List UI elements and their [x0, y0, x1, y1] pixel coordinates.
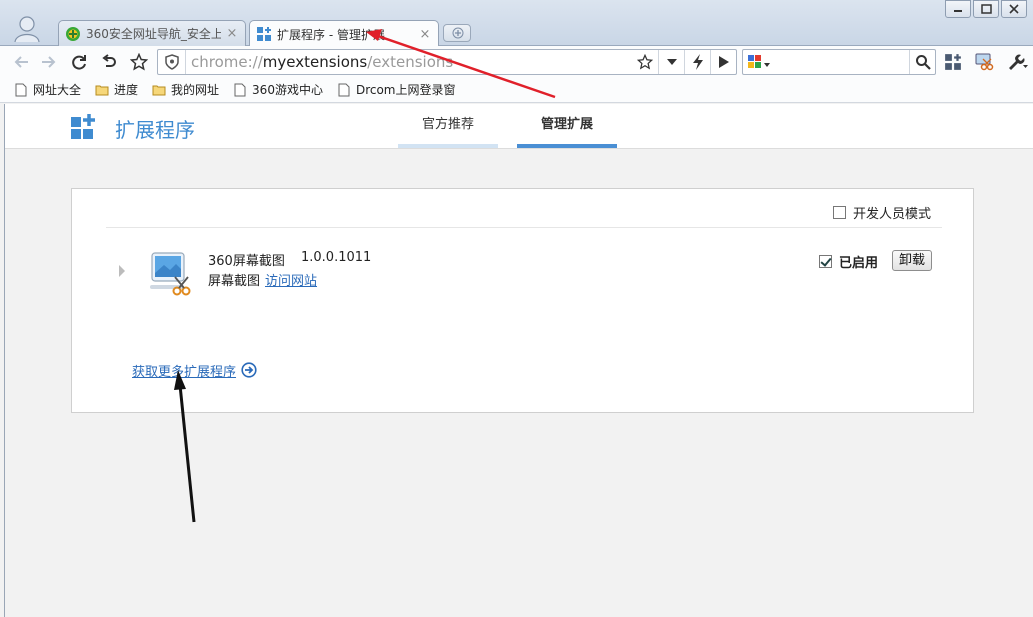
tab-360-nav[interactable]: 360安全网址导航_安全上网 ×	[58, 20, 246, 46]
enabled-checkbox[interactable]	[819, 255, 832, 268]
lightning-icon	[692, 54, 703, 70]
developer-mode-label: 开发人员模式	[852, 207, 931, 222]
undo-button[interactable]	[98, 51, 120, 73]
extensions-icon	[257, 27, 271, 41]
screenshot-button[interactable]	[973, 51, 995, 73]
bookmark-label: Drcom上网登录窗	[355, 83, 456, 97]
bookmark-item[interactable]: 网址大全	[14, 81, 81, 98]
address-bar[interactable]: chrome://myextensions/extensions	[157, 49, 737, 75]
play-icon	[718, 56, 729, 68]
folder-icon	[152, 85, 166, 95]
bookmark-item[interactable]: 360游戏中心	[233, 81, 323, 98]
tab-official-recommend[interactable]: 官方推荐	[398, 104, 498, 148]
search-button[interactable]	[909, 50, 935, 74]
page-header: 扩展程序 官方推荐 管理扩展	[5, 104, 1033, 149]
close-tab-icon[interactable]: ×	[225, 26, 239, 41]
toolbar: chrome://myextensions/extensions	[0, 46, 1033, 77]
screenshot-scissors-icon	[975, 53, 994, 71]
speed-mode-button[interactable]	[684, 50, 710, 74]
page-icon	[338, 83, 350, 96]
url-host: myextensions	[262, 53, 368, 71]
screenshot-extension-icon	[150, 252, 191, 296]
security-shield-button[interactable]	[158, 50, 186, 74]
developer-mode-toggle[interactable]: 开发人员模式	[832, 203, 931, 222]
extensions-logo-icon	[71, 114, 95, 139]
search-icon	[915, 55, 931, 70]
favorite-button[interactable]	[128, 51, 150, 73]
bookmark-label: 我的网址	[171, 83, 220, 97]
bookmark-item[interactable]: 我的网址	[152, 81, 219, 98]
close-tab-icon[interactable]: ×	[418, 27, 432, 42]
shield-icon	[164, 54, 179, 70]
star-outline-icon	[637, 54, 653, 70]
minimize-icon	[954, 10, 962, 12]
tab-title: 扩展程序 - 管理扩展	[277, 27, 385, 42]
url-text[interactable]: chrome://myextensions/extensions	[191, 53, 453, 71]
forward-arrow-icon	[42, 56, 56, 68]
new-tab-button[interactable]	[443, 24, 471, 42]
bookmark-label: 360游戏中心	[252, 83, 323, 97]
extensions-panel: 开发人员模式 360屏幕截图 1.0.0.1011 屏幕截图 访问网站 已启用 …	[71, 188, 974, 413]
close-window-button[interactable]	[1001, 0, 1027, 18]
url-path: /extensions	[367, 53, 454, 71]
wrench-icon	[1009, 54, 1028, 70]
bookmark-item[interactable]: Drcom上网登录窗	[337, 81, 456, 98]
tab-manage-extensions[interactable]: 管理扩展	[517, 104, 617, 148]
folder-icon	[95, 85, 109, 95]
user-avatar-icon[interactable]	[12, 14, 42, 42]
go-button[interactable]	[710, 50, 736, 74]
minimize-button[interactable]	[945, 0, 971, 18]
developer-mode-checkbox[interactable]	[832, 206, 846, 219]
maximize-icon	[981, 4, 992, 14]
enabled-label: 已启用	[839, 256, 879, 271]
tab-title: 360安全网址导航_安全上网	[86, 27, 221, 41]
undo-icon	[102, 54, 116, 67]
close-icon	[1009, 4, 1019, 14]
back-arrow-icon	[14, 56, 28, 68]
forward-button[interactable]	[37, 51, 59, 73]
uninstall-button[interactable]: 卸载	[892, 250, 932, 271]
extension-version: 1.0.0.1011	[301, 250, 372, 265]
search-box[interactable]	[742, 49, 936, 75]
window-border	[4, 104, 5, 617]
expand-arrow-icon[interactable]	[119, 265, 125, 277]
maximize-button[interactable]	[973, 0, 999, 18]
bookmark-star-button[interactable]	[632, 50, 658, 74]
google-icon[interactable]	[747, 54, 773, 70]
get-more-extensions-link[interactable]: 获取更多扩展程序	[132, 361, 236, 380]
page-icon	[234, 83, 246, 96]
tab-extensions[interactable]: 扩展程序 - 管理扩展 ×	[249, 20, 439, 47]
url-scheme: chrome://	[191, 53, 263, 71]
divider	[106, 227, 942, 228]
bookmarks-bar: 网址大全 进度 我的网址 360游戏中心 Drcom上网登录窗	[0, 77, 1033, 103]
extension-description: 屏幕截图	[208, 274, 261, 289]
extensions-grid-icon	[945, 54, 961, 70]
visit-site-link[interactable]: 访问网站	[265, 270, 317, 289]
page-icon	[15, 83, 27, 96]
extensions-button[interactable]	[942, 51, 964, 73]
history-dropdown-button[interactable]	[658, 50, 684, 74]
enabled-toggle[interactable]: 已启用	[819, 252, 878, 271]
360-nav-icon	[66, 26, 80, 41]
bookmark-label: 进度	[114, 83, 139, 97]
extension-name: 360屏幕截图	[208, 254, 285, 269]
title-bar: 360安全网址导航_安全上网 × 扩展程序 - 管理扩展 ×	[0, 0, 1033, 47]
window-controls	[943, 0, 1027, 18]
chevron-down-icon	[666, 59, 677, 65]
bookmark-label: 网址大全	[33, 83, 82, 97]
back-button[interactable]	[11, 51, 33, 73]
plus-icon	[452, 27, 464, 39]
tools-menu-button[interactable]	[1006, 51, 1028, 73]
reload-icon	[72, 55, 86, 70]
page-title: 扩展程序	[115, 118, 195, 142]
bookmark-item[interactable]: 进度	[95, 81, 138, 98]
star-icon	[130, 53, 148, 71]
reload-button[interactable]	[68, 51, 90, 73]
arrow-right-circle-icon[interactable]	[241, 362, 257, 378]
